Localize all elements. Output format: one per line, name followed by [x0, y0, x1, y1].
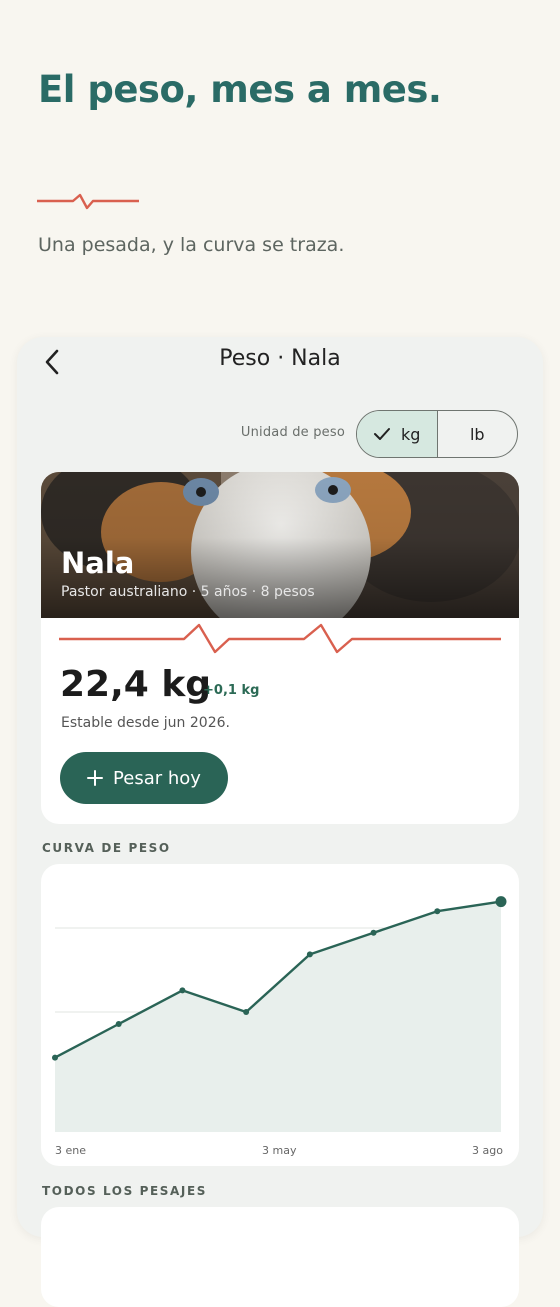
unit-option-kg-label: kg — [401, 424, 421, 444]
unit-label: Unidad de peso — [240, 425, 345, 440]
section-title-curve: CURVA DE PESO — [42, 841, 171, 855]
weigh-today-button[interactable]: Pesar hoy — [60, 752, 228, 804]
hero-subtitle: Una pesada, y la curva se traza. — [38, 234, 345, 256]
phone-screen: Peso · Nala Unidad de peso kg lb Nala Pa… — [17, 337, 543, 1307]
pet-meta: Pastor australiano · 5 años · 8 pesos — [61, 584, 315, 600]
heartbeat-line-icon — [37, 193, 139, 210]
weight-delta: +0,1 kg — [203, 683, 260, 698]
current-weight: 22,4 kg — [60, 664, 212, 705]
section-title-all-weighings: TODOS LOS PESAJES — [42, 1184, 208, 1198]
weigh-today-label: Pesar hoy — [113, 767, 201, 789]
weighings-list — [41, 1207, 519, 1307]
heartbeat-line-icon — [59, 623, 501, 654]
chart-point — [495, 896, 507, 908]
weight-chart: 3 ene 3 may 3 ago — [41, 864, 519, 1166]
weight-status: Estable desde jun 2026. — [61, 715, 230, 731]
screen-title: Peso · Nala — [219, 346, 341, 371]
chart-point — [370, 929, 377, 936]
unit-option-lb-label: lb — [469, 424, 485, 444]
pet-name: Nala — [61, 546, 135, 580]
unit-option-kg[interactable]: kg — [357, 411, 438, 457]
chart-point — [306, 951, 313, 958]
chart-point — [243, 1009, 250, 1015]
x-tick-label: 3 may — [262, 1144, 297, 1157]
chart-point — [179, 987, 186, 994]
chart-area — [55, 901, 501, 1132]
chart-point — [115, 1021, 122, 1027]
unit-toggle: kg lb — [356, 410, 518, 458]
hero-title: El peso, mes a mes. — [38, 68, 442, 111]
plus-icon — [87, 770, 104, 786]
x-tick-label: 3 ago — [472, 1144, 503, 1157]
x-tick-label: 3 ene — [55, 1144, 87, 1157]
pet-summary-card: Nala Pastor australiano · 5 años · 8 pes… — [41, 472, 519, 824]
chart-point — [434, 908, 441, 915]
weight-chart-plot — [52, 896, 507, 1132]
chart-point — [52, 1054, 58, 1061]
check-icon — [374, 428, 391, 440]
unit-option-lb[interactable]: lb — [438, 411, 518, 457]
